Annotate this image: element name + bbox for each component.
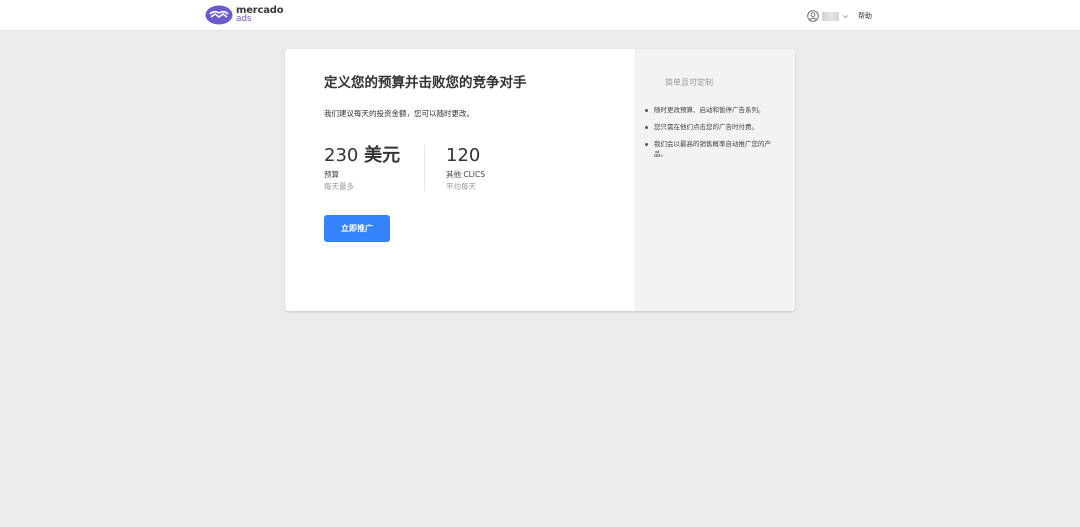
user-avatar-icon bbox=[807, 10, 819, 22]
list-item: 我们会以最高的销售概率自动推广您的产品。 bbox=[644, 139, 780, 159]
mercado-ads-logo[interactable]: mercado ads bbox=[205, 4, 284, 26]
feature-text: 随时更改预算、启动和暂停广告系列。 bbox=[654, 106, 765, 114]
clics-value: 120 bbox=[446, 145, 485, 167]
budget-card: 定义您的预算并击败您的竞争对手 我们建议每天的投资金额，您可以随时更改。 230… bbox=[285, 49, 795, 311]
clics-sublabel: 平均每天 bbox=[446, 182, 476, 191]
features-side-panel: 简单且可定制 随时更改预算、启动和暂停广告系列。 您只需在他们点击您的广告时付费… bbox=[635, 49, 795, 311]
bullet-icon bbox=[645, 108, 648, 112]
promote-now-button[interactable]: 立即推广 bbox=[324, 215, 390, 242]
bullet-icon bbox=[645, 142, 648, 146]
feature-text: 我们会以最高的销售概率自动推广您的产品。 bbox=[654, 140, 771, 158]
budget-stat: 230 美元 预算 每天最多 bbox=[324, 145, 400, 192]
top-navigation-bar: mercado ads 帮助 bbox=[0, 0, 1080, 31]
features-list: 随时更改预算、启动和暂停广告系列。 您只需在他们点击您的广告时付费。 我们会以最… bbox=[644, 105, 780, 166]
list-item: 您只需在他们点击您的广告时付费。 bbox=[644, 122, 780, 132]
clics-label: 其他 CLICS bbox=[446, 170, 486, 179]
budget-main-panel: 定义您的预算并击败您的竞争对手 我们建议每天的投资金额，您可以随时更改。 230… bbox=[285, 49, 635, 311]
feature-text: 您只需在他们点击您的广告时付费。 bbox=[654, 123, 758, 131]
page-subtitle: 我们建议每天的投资金额，您可以随时更改。 bbox=[324, 109, 474, 118]
chevron-down-icon bbox=[843, 14, 848, 18]
clics-stat: 120 其他 CLICS 平均每天 bbox=[446, 145, 485, 192]
budget-amount: 230 bbox=[324, 145, 359, 166]
budget-currency: 美元 bbox=[364, 145, 401, 166]
budget-label: 预算 bbox=[324, 170, 339, 179]
stat-divider bbox=[424, 145, 425, 191]
user-menu[interactable] bbox=[807, 9, 849, 23]
list-item: 随时更改预算、启动和暂停广告系列。 bbox=[644, 105, 780, 115]
logo-text-ads: ads bbox=[236, 14, 252, 24]
side-panel-title: 简单且可定制 bbox=[665, 78, 713, 87]
budget-sublabel: 每天最多 bbox=[324, 182, 354, 191]
clics-amount: 120 bbox=[446, 145, 481, 166]
logo-text: mercado ads bbox=[236, 6, 284, 24]
user-name-redacted bbox=[822, 11, 839, 21]
page-title: 定义您的预算并击败您的竞争对手 bbox=[324, 75, 527, 91]
help-link[interactable]: 帮助 bbox=[858, 10, 872, 22]
mercado-ads-logo-icon bbox=[205, 5, 233, 25]
budget-value: 230 美元 bbox=[324, 145, 400, 167]
bullet-icon bbox=[645, 125, 648, 129]
